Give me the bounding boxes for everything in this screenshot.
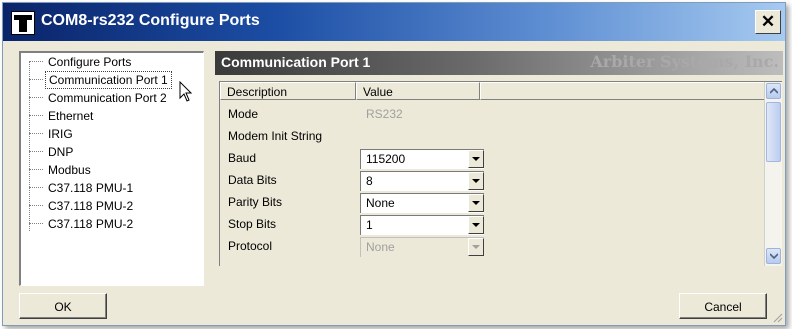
grid-row-mode[interactable]: Mode RS232	[220, 104, 765, 126]
grid-row-parity-bits[interactable]: Parity Bits None	[220, 192, 765, 214]
chevron-down-icon	[769, 253, 778, 259]
dropdown-arrow-icon	[468, 238, 484, 256]
dropdown-arrow-icon[interactable]	[468, 150, 484, 168]
column-header-value[interactable]: Value	[356, 82, 480, 100]
grid-row-stop-bits[interactable]: Stop Bits 1	[220, 214, 765, 236]
grid-row-baud[interactable]: Baud 115200	[220, 148, 765, 170]
vertical-scrollbar[interactable]	[764, 82, 782, 266]
property-grid: Description Value Mode RS232 Modem Init …	[219, 81, 782, 266]
column-header-description[interactable]: Description	[220, 82, 356, 100]
grid-header: Description Value	[220, 82, 765, 102]
scroll-thumb[interactable]	[766, 102, 781, 162]
close-icon: ✕	[760, 12, 776, 31]
grid-row-modem-init[interactable]: Modem Init String	[220, 126, 765, 148]
combo-value: 8	[366, 174, 373, 188]
scroll-down-button[interactable]	[766, 248, 781, 264]
ok-button[interactable]: OK	[19, 293, 107, 319]
column-header-filler	[480, 82, 765, 100]
row-value-readonly: RS232	[366, 107, 403, 121]
app-icon	[11, 11, 35, 35]
row-description: Parity Bits	[228, 195, 283, 209]
row-description: Data Bits	[228, 173, 277, 187]
scroll-up-button[interactable]	[766, 83, 781, 99]
row-description: Stop Bits	[228, 217, 277, 231]
dropdown-arrow-icon[interactable]	[468, 172, 484, 190]
cursor-icon	[179, 81, 193, 102]
cancel-button[interactable]: Cancel	[679, 293, 767, 319]
grid-row-data-bits[interactable]: Data Bits 8	[220, 170, 765, 192]
baud-combo[interactable]: 115200	[360, 149, 484, 169]
protocol-combo: None	[360, 237, 484, 257]
data-bits-combo[interactable]: 8	[360, 171, 484, 191]
row-description: Mode	[228, 107, 259, 121]
row-description: Protocol	[228, 239, 273, 253]
port-tree[interactable]: Configure Ports Communication Port 1 Com…	[19, 51, 204, 286]
dropdown-arrow-icon[interactable]	[468, 216, 484, 234]
combo-value: None	[366, 240, 395, 254]
configure-ports-dialog: COM8-rs232 Configure Ports ✕ Configure P…	[2, 2, 786, 326]
chevron-up-icon	[769, 88, 778, 94]
row-description: Baud	[228, 151, 257, 165]
combo-value: 115200	[366, 152, 406, 166]
combo-value: None	[366, 196, 395, 210]
parity-bits-combo[interactable]: None	[360, 193, 484, 213]
dropdown-arrow-icon[interactable]	[468, 194, 484, 212]
close-button[interactable]: ✕	[755, 10, 781, 34]
combo-value: 1	[366, 218, 373, 232]
panel-header: Communication Port 1 Arbiter Systems, In…	[215, 51, 783, 75]
panel-title: Communication Port 1	[221, 54, 371, 70]
row-description: Modem Init String	[228, 129, 323, 143]
resize-grip-icon[interactable]	[771, 311, 783, 323]
window-title: COM8-rs232 Configure Ports	[41, 12, 260, 29]
stop-bits-combo[interactable]: 1	[360, 215, 484, 235]
brand-label: Arbiter Systems, Inc.	[590, 52, 779, 71]
grid-row-protocol[interactable]: Protocol None	[220, 236, 765, 258]
title-bar[interactable]: COM8-rs232 Configure Ports ✕	[3, 3, 785, 41]
